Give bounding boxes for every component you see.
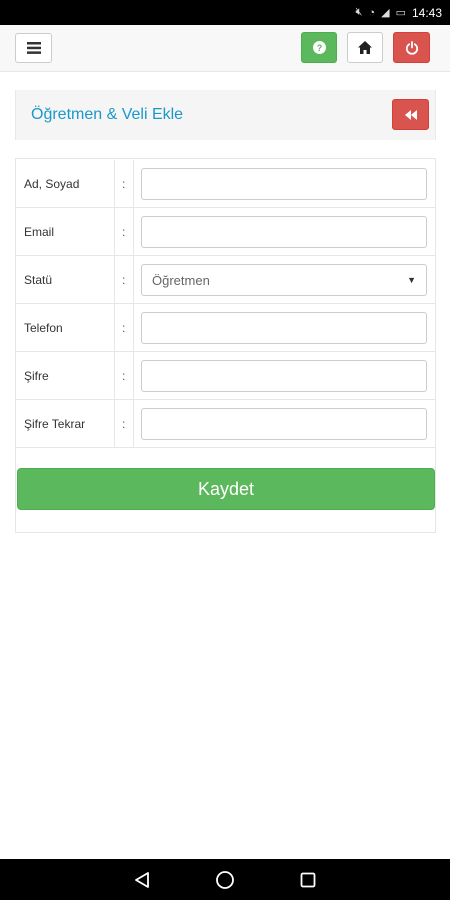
colon: : <box>122 273 126 287</box>
email-input[interactable] <box>141 216 427 248</box>
divider <box>114 304 115 352</box>
phone-input[interactable] <box>141 312 427 344</box>
divider <box>114 160 115 208</box>
status-time: 14:43 <box>411 5 442 20</box>
divider <box>114 400 115 448</box>
page-title: Öğretmen & Veli Ekle <box>31 106 184 123</box>
status-bar: 🔇︎ ◔ ◢ ▭ 14:43 <box>0 0 450 25</box>
password-repeat-input[interactable] <box>141 408 427 440</box>
form-row-password-repeat: Şifre Tekrar : <box>16 400 435 448</box>
name-input[interactable] <box>141 168 427 200</box>
password-label: Şifre <box>24 369 49 383</box>
battery-icon: ▭ <box>395 7 406 19</box>
divider <box>133 400 134 448</box>
password-repeat-label: Şifre Tekrar <box>24 417 86 431</box>
back-button[interactable] <box>392 99 429 130</box>
divider <box>133 304 134 352</box>
system-navbar <box>0 859 450 900</box>
home-button[interactable] <box>347 32 383 63</box>
divider <box>133 256 134 304</box>
divider <box>114 352 115 400</box>
form-panel: Ad, Soyad : Email : Statü : Öğretmen ▼ T… <box>15 158 436 533</box>
divider <box>133 160 134 208</box>
help-icon: ? <box>312 41 326 54</box>
form-row-phone: Telefon : <box>16 304 435 352</box>
home-circle-icon[interactable] <box>215 870 235 890</box>
colon: : <box>122 225 126 239</box>
divider <box>114 208 115 256</box>
mute-icon: 🔇︎ <box>355 6 363 18</box>
divider <box>133 352 134 400</box>
menu-icon <box>26 42 41 54</box>
divider <box>133 208 134 256</box>
help-button[interactable]: ? <box>301 32 337 63</box>
colon: : <box>122 177 126 191</box>
power-icon <box>405 40 418 55</box>
wifi-icon: ◔ <box>368 6 376 19</box>
save-button[interactable]: Kaydet <box>17 468 435 510</box>
caret-down-icon: ▼ <box>407 275 416 285</box>
name-label: Ad, Soyad <box>24 177 80 191</box>
status-selected-value: Öğretmen <box>152 272 210 288</box>
fast-backward-icon <box>404 109 417 120</box>
colon: : <box>122 321 126 335</box>
form-row-status: Statü : Öğretmen ▼ <box>16 256 435 304</box>
menu-button[interactable] <box>15 33 52 63</box>
page-heading-panel: Öğretmen & Veli Ekle <box>15 90 436 140</box>
form-row-email: Email : <box>16 208 435 256</box>
recents-square-icon[interactable] <box>299 871 317 889</box>
home-icon <box>358 41 372 54</box>
signal-icon: ◢ <box>381 7 390 19</box>
divider <box>114 256 115 304</box>
status-select[interactable]: Öğretmen ▼ <box>141 264 427 296</box>
colon: : <box>122 369 126 383</box>
svg-text:?: ? <box>316 43 322 53</box>
colon: : <box>122 417 126 431</box>
phone-label: Telefon <box>24 321 63 335</box>
email-label: Email <box>24 225 55 239</box>
top-navbar: ? <box>0 25 450 72</box>
status-label: Statü <box>24 273 53 287</box>
form-row-name: Ad, Soyad : <box>16 160 435 208</box>
form-row-password: Şifre : <box>16 352 435 400</box>
back-triangle-icon[interactable] <box>133 871 151 889</box>
password-input[interactable] <box>141 360 427 392</box>
logout-button[interactable] <box>393 32 430 63</box>
